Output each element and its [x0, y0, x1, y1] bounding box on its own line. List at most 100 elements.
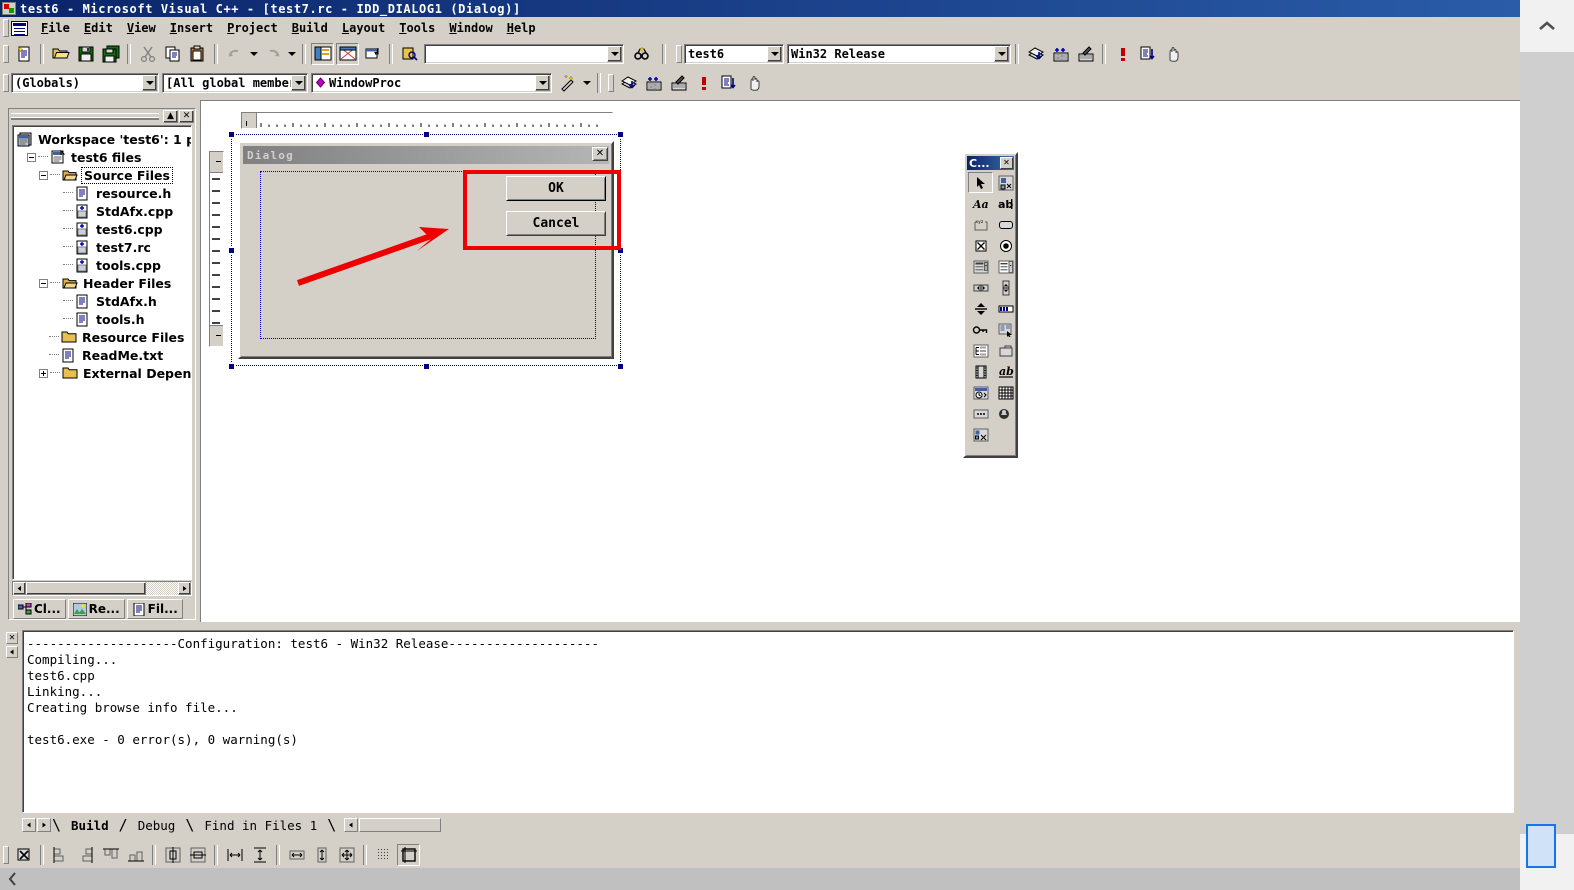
find-in-files-button[interactable]	[398, 43, 421, 65]
output-scroll-left-button[interactable]	[6, 646, 18, 658]
static-text-tool[interactable]: Aa	[968, 193, 993, 214]
save-all-button[interactable]	[99, 43, 122, 65]
resize-handle-top-right[interactable]	[617, 131, 624, 138]
config-combo-arrow[interactable]	[994, 45, 1009, 62]
output-hscroll-thumb[interactable]	[359, 818, 442, 832]
document-menu-icon[interactable]	[11, 20, 28, 36]
tree-item-header-files[interactable]: Header Files	[17, 274, 191, 292]
center-vertical-button[interactable]	[161, 844, 184, 866]
select-pointer-tool[interactable]	[968, 172, 993, 193]
undo-button[interactable]	[223, 43, 246, 65]
build-button[interactable]	[1049, 43, 1072, 65]
resize-handle-top-left[interactable]	[228, 131, 235, 138]
tree-item-workspace[interactable]: Workspace 'test6': 1 p	[17, 130, 191, 148]
stop-build-button[interactable]	[1074, 43, 1097, 65]
align-right-button[interactable]	[74, 844, 97, 866]
date-time-picker-tool[interactable]	[968, 382, 993, 403]
compile-button[interactable]	[1024, 43, 1047, 65]
tree-item-readme-txt[interactable]: ReadMe.txt	[17, 346, 191, 364]
space-down-button[interactable]	[248, 844, 271, 866]
redo-button[interactable]	[261, 43, 284, 65]
class-combo-arrow[interactable]	[142, 74, 157, 91]
dialog-close-button[interactable]: ✕	[592, 147, 608, 161]
members-combo-arrow[interactable]	[291, 74, 306, 91]
list-box-tool[interactable]	[993, 256, 1018, 277]
output-close-button[interactable]: ✕	[6, 632, 18, 644]
menubar-grip[interactable]	[3, 19, 9, 37]
viewer-scrollbar-column[interactable]	[1520, 0, 1574, 890]
insert-breakpoint-button[interactable]	[1161, 43, 1184, 65]
tab-class-view[interactable]: Cl...	[13, 599, 66, 619]
workspace-horizontal-scrollbar[interactable]	[12, 581, 192, 596]
custom-control-tool[interactable]	[993, 172, 1018, 193]
rich-edit-tool[interactable]: ab	[993, 361, 1018, 382]
spin-control-tool[interactable]	[968, 298, 993, 319]
workspace-minimize-button[interactable]: ▲	[163, 110, 178, 123]
check-box-tool[interactable]	[968, 235, 993, 256]
tree-item-project[interactable]: test6 files	[17, 148, 191, 166]
make-same-size-button[interactable]	[335, 844, 358, 866]
progress-bar-tool[interactable]	[993, 298, 1018, 319]
menu-item-layout[interactable]: Layout	[335, 19, 392, 37]
toolbox-close-button[interactable]: ✕	[1000, 157, 1013, 169]
animate-control-tool[interactable]	[968, 361, 993, 382]
menu-item-build[interactable]: Build	[285, 19, 335, 37]
radio-button-tool[interactable]	[993, 235, 1018, 256]
align-left-button[interactable]	[49, 844, 72, 866]
output-tab-find-in-files-1[interactable]: Find in Files 1	[194, 818, 327, 833]
edit-box-tool[interactable]: ab	[993, 193, 1018, 214]
execute-program-button-2[interactable]	[692, 72, 715, 94]
insert-breakpoint-button-2[interactable]	[742, 72, 765, 94]
output-tab-build[interactable]: Build	[61, 818, 119, 833]
scroll-right-button[interactable]	[178, 582, 191, 595]
stop-build-button-2[interactable]	[667, 72, 690, 94]
make-same-height-button[interactable]	[310, 844, 333, 866]
copy-button[interactable]	[161, 43, 184, 65]
scroll-track[interactable]	[146, 582, 178, 595]
viewer-scroll-track[interactable]	[1520, 52, 1574, 834]
tree-item-source-files[interactable]: Source Files	[17, 166, 191, 184]
function-combo[interactable]: WindowProc	[311, 72, 552, 93]
output-hscroll-left-button[interactable]	[344, 818, 359, 832]
resize-handle-bottom-center[interactable]	[423, 363, 430, 370]
tree-item-tools-cpp[interactable]: tools.cpp	[17, 256, 191, 274]
find-combo[interactable]	[424, 43, 624, 64]
hotkey-tool[interactable]	[968, 319, 993, 340]
layout-toolbar-grip[interactable]	[3, 846, 9, 864]
function-combo-arrow[interactable]	[535, 74, 550, 91]
controls-toolbox-palette[interactable]: C... ✕ Aa ab xyz ab	[963, 152, 1018, 458]
undo-dropdown-arrow[interactable]	[247, 44, 260, 64]
make-same-width-button[interactable]	[285, 844, 308, 866]
tree-item-resource-h[interactable]: resource.h	[17, 184, 191, 202]
tab-scroll-right-button[interactable]	[37, 818, 51, 832]
build-minibar-grip[interactable]	[608, 73, 614, 92]
cut-button[interactable]	[136, 43, 159, 65]
list-control-tool[interactable]	[993, 319, 1018, 340]
save-button[interactable]	[74, 43, 97, 65]
output-tab-debug[interactable]: Debug	[128, 818, 186, 833]
tab-file-view[interactable]: Fil...	[126, 599, 183, 619]
menu-item-edit[interactable]: Edit	[77, 19, 120, 37]
menu-item-view[interactable]: View	[120, 19, 163, 37]
redo-dropdown-arrow[interactable]	[285, 44, 298, 64]
wizardbar-actions-button[interactable]	[556, 72, 579, 94]
find-button[interactable]	[630, 43, 653, 65]
push-button-tool[interactable]	[993, 214, 1018, 235]
menu-item-project[interactable]: Project	[220, 19, 285, 37]
build-toolbar-grip[interactable]	[676, 44, 682, 63]
workspace-toggle-button[interactable]	[311, 42, 334, 65]
extended-combo-tool[interactable]	[993, 403, 1018, 424]
scroll-left-button[interactable]	[13, 582, 26, 595]
project-combo-arrow[interactable]	[767, 45, 782, 62]
group-box-tool[interactable]: xyz	[968, 214, 993, 235]
custom-control2-tool[interactable]	[968, 424, 993, 445]
toggle-grid-button[interactable]	[372, 844, 395, 866]
resize-handle-top-center[interactable]	[423, 131, 430, 138]
ok-button[interactable]: OK	[506, 176, 606, 201]
paste-button[interactable]	[186, 43, 209, 65]
window-list-button[interactable]	[361, 43, 384, 65]
go-button[interactable]	[1136, 43, 1159, 65]
standard-toolbar-grip[interactable]	[3, 44, 9, 63]
tree-toggle-plus[interactable]	[39, 368, 48, 378]
vertical-scrollbar-tool[interactable]	[993, 277, 1018, 298]
